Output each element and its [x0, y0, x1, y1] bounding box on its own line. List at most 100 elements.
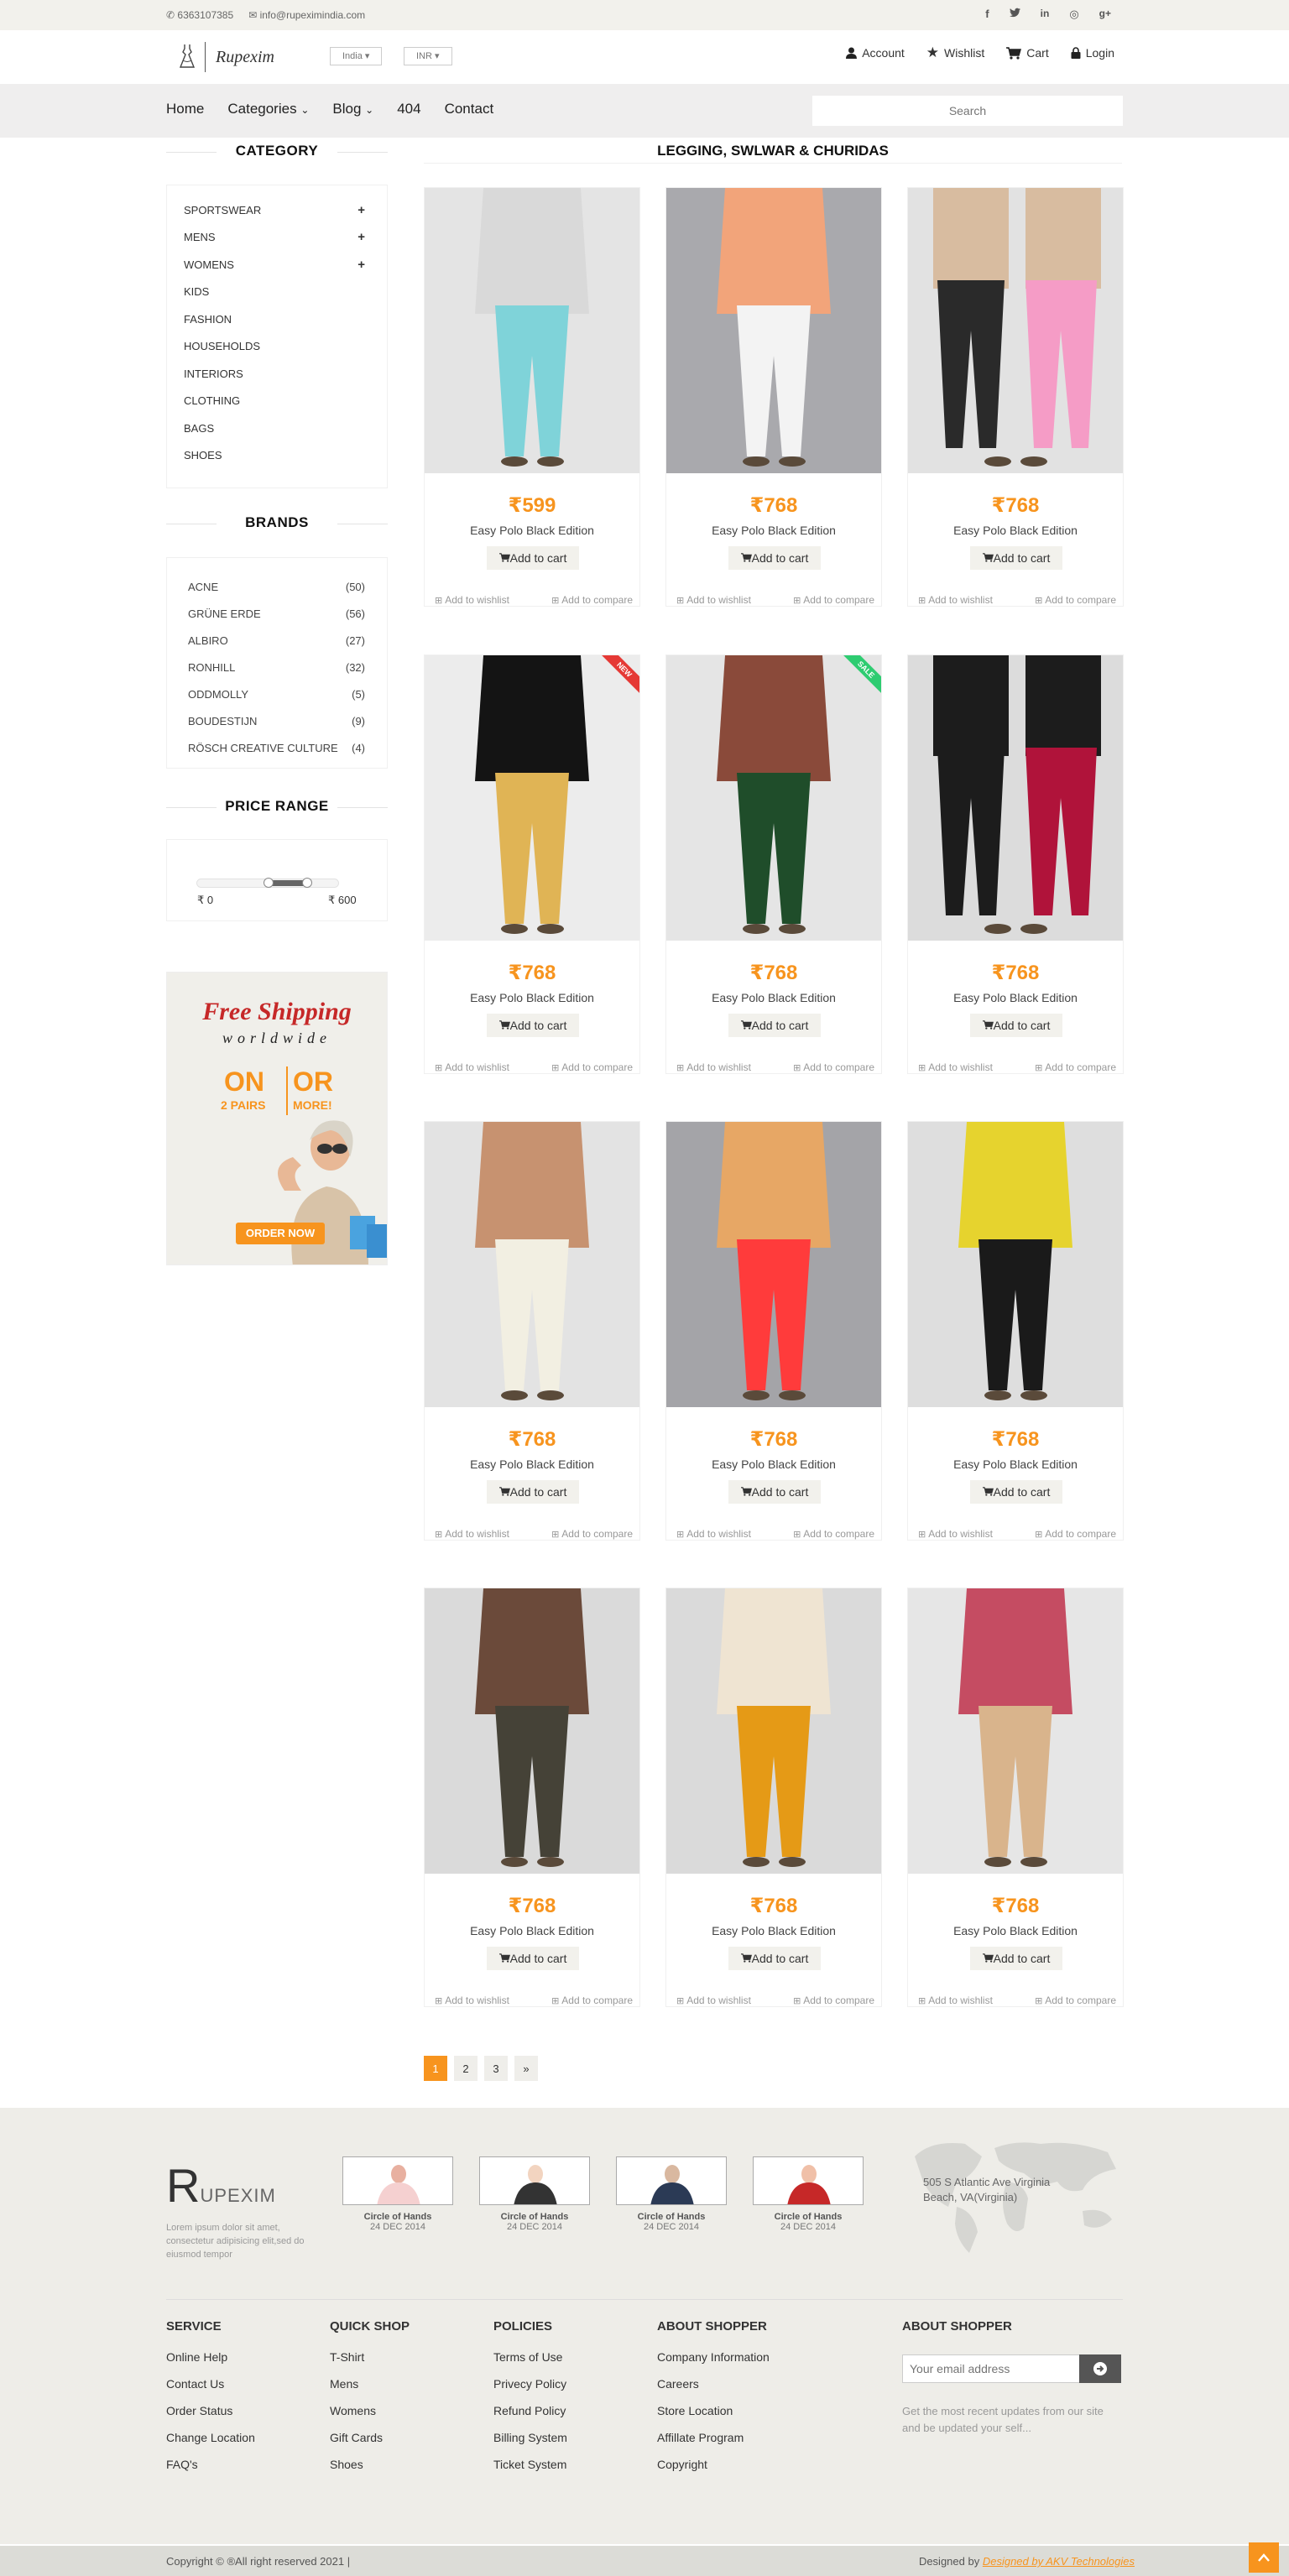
expand-plus-icon[interactable]: + [357, 258, 365, 272]
product-name[interactable]: Easy Polo Black Edition [908, 1924, 1123, 1937]
footer-link[interactable]: Shoes [330, 2458, 410, 2485]
add-to-compare-link[interactable]: ⊞ Add to compare [793, 1995, 874, 2006]
post-title[interactable]: Circle of Hands [753, 2212, 864, 2222]
post-image[interactable] [753, 2156, 864, 2205]
wishlist-link[interactable]: ★ Wishlist [926, 44, 984, 61]
add-to-cart-button[interactable]: Add to cart [970, 1947, 1062, 1970]
product-name[interactable]: Easy Polo Black Edition [425, 991, 639, 1004]
nav-blog[interactable]: Blog ⌄ [332, 101, 373, 117]
add-to-cart-button[interactable]: Add to cart [970, 1014, 1062, 1037]
blog-post-thumb[interactable]: Circle of Hands 24 DEC 2014 [479, 2156, 590, 2232]
add-to-wishlist-link[interactable]: ⊞ Add to wishlist [918, 594, 993, 606]
footer-link[interactable]: Copyright [657, 2458, 770, 2485]
product-image[interactable] [908, 188, 1123, 473]
add-to-compare-link[interactable]: ⊞ Add to compare [1035, 594, 1116, 606]
nav-contact[interactable]: Contact [445, 101, 494, 117]
nav-home[interactable]: Home [166, 101, 204, 117]
linkedin-icon[interactable]: in [1041, 8, 1050, 21]
add-to-compare-link[interactable]: ⊞ Add to compare [551, 594, 633, 606]
product-name[interactable]: Easy Polo Black Edition [908, 991, 1123, 1004]
product-card[interactable]: ₹768 Easy Polo Black Edition Add to cart ⊞ A… [665, 1588, 882, 2007]
price-slider-max-handle[interactable] [301, 878, 312, 888]
category-item[interactable]: INTERIORS [167, 360, 387, 388]
expand-plus-icon[interactable]: + [357, 203, 365, 217]
order-now-button[interactable]: ORDER NOW [236, 1223, 325, 1244]
category-item[interactable]: CLOTHING [167, 388, 387, 415]
product-name[interactable]: Easy Polo Black Edition [666, 991, 881, 1004]
footer-link[interactable]: Company Information [657, 2350, 770, 2377]
add-to-wishlist-link[interactable]: ⊞ Add to wishlist [676, 1061, 751, 1073]
page-link[interactable]: 2 [454, 2056, 478, 2081]
product-card[interactable]: ₹768 Easy Polo Black Edition Add to cart ⊞ A… [907, 187, 1124, 607]
add-to-compare-link[interactable]: ⊞ Add to compare [793, 594, 874, 606]
footer-link[interactable]: FAQ's [166, 2458, 255, 2485]
free-shipping-banner[interactable]: Free Shipping worldwide ON 2 PAIRS OR MO… [166, 972, 388, 1265]
add-to-compare-link[interactable]: ⊞ Add to compare [551, 1995, 633, 2006]
post-title[interactable]: Circle of Hands [342, 2212, 453, 2222]
footer-link[interactable]: Billing System [493, 2431, 567, 2458]
footer-link[interactable]: Gift Cards [330, 2431, 410, 2458]
brand-item[interactable]: ALBIRO (27) [167, 627, 387, 654]
post-title[interactable]: Circle of Hands [479, 2212, 590, 2222]
product-name[interactable]: Easy Polo Black Edition [908, 524, 1123, 537]
footer-link[interactable]: T-Shirt [330, 2350, 410, 2377]
add-to-cart-button[interactable]: Add to cart [970, 546, 1062, 570]
google-plus-icon[interactable]: g+ [1099, 8, 1111, 21]
account-link[interactable]: Account [846, 44, 905, 61]
product-name[interactable]: Easy Polo Black Edition [425, 1457, 639, 1471]
add-to-cart-button[interactable]: Add to cart [487, 546, 579, 570]
category-item[interactable]: FASHION [167, 305, 387, 333]
add-to-wishlist-link[interactable]: ⊞ Add to wishlist [435, 1528, 509, 1540]
add-to-cart-button[interactable]: Add to cart [728, 546, 821, 570]
add-to-compare-link[interactable]: ⊞ Add to compare [1035, 1528, 1116, 1540]
facebook-icon[interactable]: f [985, 8, 989, 21]
product-image[interactable] [666, 188, 881, 473]
footer-link[interactable]: Careers [657, 2377, 770, 2404]
post-title[interactable]: Circle of Hands [616, 2212, 727, 2222]
add-to-compare-link[interactable]: ⊞ Add to compare [551, 1528, 633, 1540]
page-link[interactable]: 1 [424, 2056, 447, 2081]
add-to-cart-button[interactable]: Add to cart [728, 1014, 821, 1037]
add-to-cart-button[interactable]: Add to cart [970, 1480, 1062, 1504]
footer-logo[interactable]: RUPEXIM [166, 2158, 276, 2213]
add-to-wishlist-link[interactable]: ⊞ Add to wishlist [676, 1995, 751, 2006]
add-to-compare-link[interactable]: ⊞ Add to compare [551, 1061, 633, 1073]
product-image[interactable] [425, 1122, 639, 1407]
product-image[interactable] [425, 1588, 639, 1874]
add-to-wishlist-link[interactable]: ⊞ Add to wishlist [918, 1528, 993, 1540]
add-to-wishlist-link[interactable]: ⊞ Add to wishlist [435, 1995, 509, 2006]
blog-post-thumb[interactable]: Circle of Hands 24 DEC 2014 [616, 2156, 727, 2232]
product-name[interactable]: Easy Polo Black Edition [666, 524, 881, 537]
add-to-compare-link[interactable]: ⊞ Add to compare [793, 1528, 874, 1540]
footer-link[interactable]: Contact Us [166, 2377, 255, 2404]
product-name[interactable]: Easy Polo Black Edition [425, 524, 639, 537]
country-select[interactable]: India ▾ [330, 47, 383, 65]
add-to-cart-button[interactable]: Add to cart [487, 1014, 579, 1037]
product-image[interactable] [425, 188, 639, 473]
brand-item[interactable]: RONHILL (32) [167, 654, 387, 681]
twitter-icon[interactable] [1009, 8, 1020, 21]
footer-link[interactable]: Change Location [166, 2431, 255, 2458]
add-to-compare-link[interactable]: ⊞ Add to compare [1035, 1995, 1116, 2006]
expand-plus-icon[interactable]: + [357, 230, 365, 244]
product-image[interactable] [908, 1588, 1123, 1874]
add-to-cart-button[interactable]: Add to cart [487, 1947, 579, 1970]
footer-link[interactable]: Terms of Use [493, 2350, 567, 2377]
add-to-compare-link[interactable]: ⊞ Add to compare [1035, 1061, 1116, 1073]
add-to-wishlist-link[interactable]: ⊞ Add to wishlist [676, 1528, 751, 1540]
footer-link[interactable]: Womens [330, 2404, 410, 2431]
footer-link[interactable]: Refund Policy [493, 2404, 567, 2431]
page-link[interactable]: 3 [484, 2056, 508, 2081]
product-card[interactable]: ₹768 Easy Polo Black Edition Add to cart ⊞ A… [907, 1121, 1124, 1541]
site-logo[interactable]: Rupexim [178, 42, 274, 72]
email-contact[interactable]: ✉ info@rupeximindia.com [248, 9, 365, 21]
product-card[interactable]: ₹768 Easy Polo Black Edition Add to cart ⊞ A… [665, 187, 882, 607]
product-image[interactable] [666, 1122, 881, 1407]
product-card[interactable]: SALE ₹768 Easy Polo Black Edition Add to ca… [665, 654, 882, 1074]
category-item[interactable]: SHOES [167, 442, 387, 470]
category-item[interactable]: BAGS [167, 415, 387, 442]
post-image[interactable] [342, 2156, 453, 2205]
add-to-cart-button[interactable]: Add to cart [487, 1480, 579, 1504]
product-card[interactable]: ₹768 Easy Polo Black Edition Add to cart ⊞ A… [907, 1588, 1124, 2007]
add-to-cart-button[interactable]: Add to cart [728, 1947, 821, 1970]
